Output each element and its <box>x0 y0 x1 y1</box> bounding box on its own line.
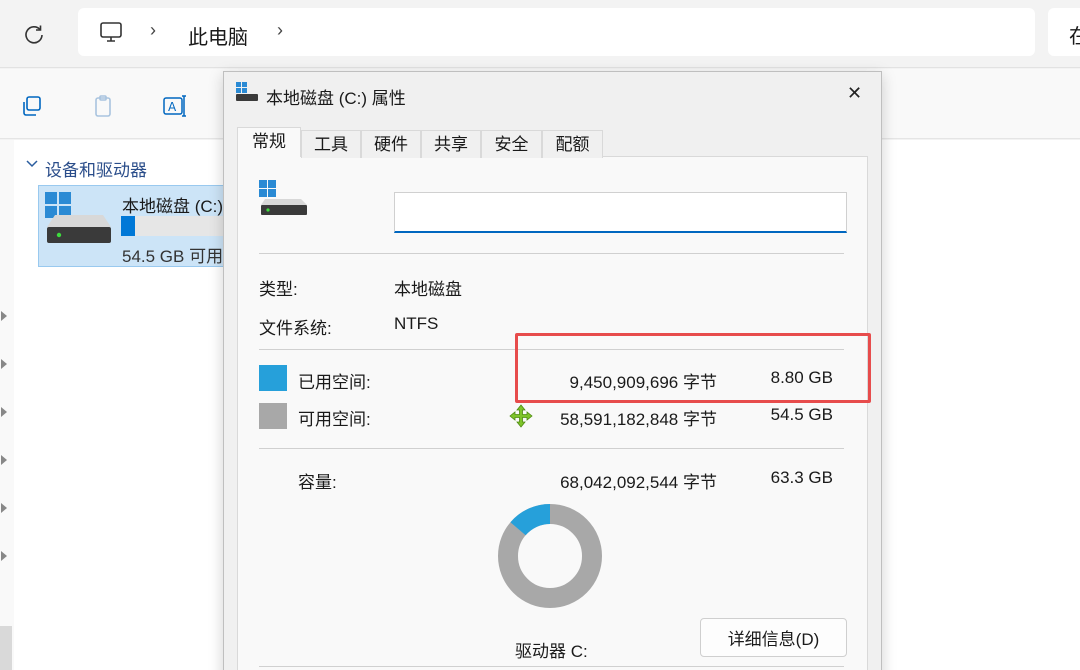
tab-security[interactable]: 安全 <box>481 130 542 158</box>
nav-expand-arrow-icon[interactable] <box>0 451 8 470</box>
paste-icon[interactable] <box>89 92 117 120</box>
tab-sharing[interactable]: 共享 <box>421 130 481 158</box>
nav-expand-arrow-icon[interactable] <box>0 307 8 326</box>
drive-tile-free-text: 54.5 GB 可用 <box>122 247 224 266</box>
drive-large-icon <box>259 180 309 222</box>
volume-label-input[interactable] <box>394 192 847 233</box>
free-space-swatch <box>259 403 287 429</box>
type-label: 类型: <box>259 280 298 299</box>
tab-general[interactable]: 常规 <box>237 127 301 157</box>
dialog-title: 本地磁盘 (C:) 属性 <box>266 89 406 108</box>
tab-tools[interactable]: 工具 <box>301 130 361 158</box>
divider <box>259 666 844 667</box>
nav-expand-arrow-icon[interactable] <box>0 403 8 422</box>
divider <box>259 448 844 449</box>
search-placeholder: 在 <box>1069 26 1080 48</box>
svg-text:A: A <box>168 100 177 114</box>
disk-usage-donut <box>498 504 602 608</box>
tab-hardware[interactable]: 硬件 <box>361 130 421 158</box>
breadcrumb-separator[interactable]: › <box>150 20 156 41</box>
free-space-label: 可用空间: <box>298 410 371 429</box>
breadcrumb-separator[interactable]: › <box>277 20 283 41</box>
drive-usage-bar <box>121 216 225 236</box>
free-space-bytes: 58,591,182,848 字节 <box>560 410 717 429</box>
drive-tile-name: 本地磁盘 (C:) <box>122 197 224 216</box>
breadcrumb-this-pc[interactable]: 此电脑 <box>188 21 248 50</box>
divider <box>259 253 844 254</box>
monitor-icon <box>97 18 125 46</box>
group-header-devices[interactable]: 设备和驱动器 <box>45 156 147 181</box>
drive-letter-label: 驱动器 C: <box>515 642 588 661</box>
filesystem-value: NTFS <box>394 314 439 333</box>
used-space-label: 已用空间: <box>298 373 371 392</box>
tab-quota[interactable]: 配额 <box>542 130 603 158</box>
refresh-icon[interactable] <box>20 20 48 48</box>
free-space-size: 54.5 GB <box>770 405 833 424</box>
annotation-highlight-box <box>515 333 871 403</box>
drive-usage-fill <box>121 216 136 236</box>
details-button[interactable]: 详细信息(D) <box>700 618 847 657</box>
close-icon[interactable]: ✕ <box>847 83 862 104</box>
capacity-label: 容量: <box>298 473 337 492</box>
dialog-drive-icon <box>236 82 258 106</box>
nav-expand-arrow-icon[interactable] <box>0 499 8 518</box>
nav-expand-arrow-icon[interactable] <box>0 547 8 566</box>
capacity-bytes: 68,042,092,544 字节 <box>560 473 717 492</box>
rename-icon[interactable]: A <box>160 92 190 120</box>
hard-drive-icon <box>47 213 113 249</box>
copy-icon[interactable] <box>18 92 46 120</box>
used-space-swatch <box>259 365 287 391</box>
capacity-size: 63.3 GB <box>770 468 833 487</box>
nav-scrollbar[interactable] <box>0 626 12 670</box>
filesystem-label: 文件系统: <box>259 319 332 338</box>
type-value: 本地磁盘 <box>394 280 462 299</box>
nav-expand-arrow-icon[interactable] <box>0 355 8 374</box>
chevron-down-icon[interactable] <box>25 156 39 175</box>
